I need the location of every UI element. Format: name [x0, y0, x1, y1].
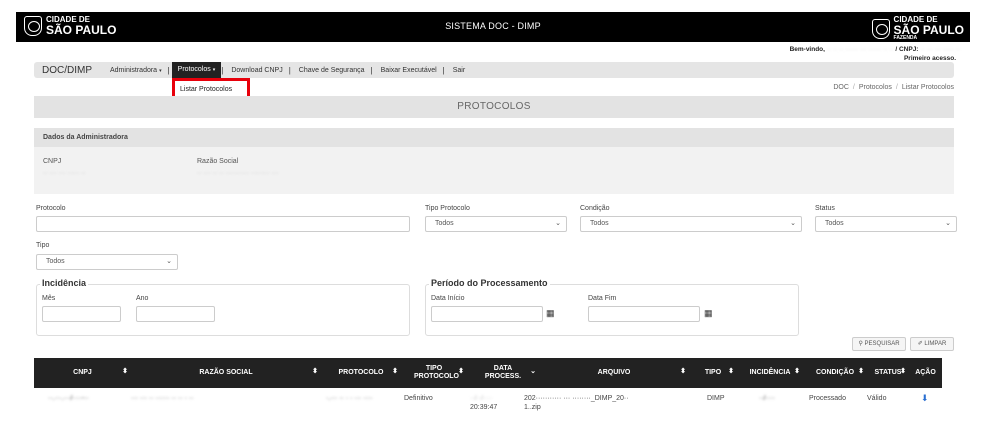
incidencia-legend: Incidência — [40, 278, 89, 288]
admin-panel-body: CNPJ ·· ··· ··· ····· ·· Razão Social ··… — [34, 147, 954, 194]
ano-label: Ano — [136, 295, 149, 302]
protocolo-label: Protocolo — [36, 205, 66, 212]
sort-icon: ⬍ — [312, 368, 318, 375]
user-name: ·· ·· ·· ······ ··· ······ ·· ·· — [826, 46, 894, 53]
search-button[interactable]: ⚲ PESQUISAR — [852, 337, 906, 351]
cell-razao-social: ··· ··· ·· ······ ·· ·· · ·· — [131, 395, 194, 402]
chevron-down-icon: ⌄ — [166, 258, 172, 265]
cell-arquivo: 202··········· ··· ········_DIMP_20·· 1..… — [524, 395, 629, 412]
chevron-down-icon: ⌄ — [790, 220, 796, 227]
status-label: Status — [815, 205, 835, 212]
admin-cnpj-value: ·· ··· ··· ····· ·· — [43, 170, 86, 177]
status-select[interactable]: Todos ⌄ — [815, 216, 957, 232]
nav-separator: | — [288, 65, 291, 75]
cell-status: Válido — [867, 395, 887, 402]
sort-icon: ⬍ — [794, 368, 800, 375]
cell-protocolo: ·.··· ·· · · ··· ···· — [326, 395, 373, 402]
data-fim-label: Data Fim — [588, 295, 617, 302]
cell-data-process: ··/··/···· 20:39:47 — [470, 395, 498, 412]
city-seal-icon — [871, 18, 890, 39]
breadcrumb-listar-protocolos: Listar Protocolos — [901, 84, 954, 91]
caret-down-icon: ▾ — [159, 67, 162, 74]
cell-tipo: DIMP — [707, 395, 725, 402]
admin-razao-value: ·· ··· ·· ·· ·········· ········ ··· — [197, 170, 279, 177]
breadcrumb-doc[interactable]: DOC — [833, 84, 849, 91]
sort-icon: ⬍ — [392, 368, 398, 375]
breadcrumb: DOC / Protocolos / Listar Protocolos — [833, 84, 954, 91]
nav-separator: | — [370, 65, 373, 75]
menu-item-listar-protocolos[interactable]: Listar Protocolos — [180, 86, 232, 93]
results-table-header: CNPJ ⬍ RAZÃO SOCIAL ⬍ PROTOCOLO ⬍ TIPO PROT… — [34, 358, 942, 388]
admin-cnpj-label: CNPJ — [43, 158, 62, 165]
tipo-label: Tipo — [36, 242, 50, 249]
col-status[interactable]: STATUS ⬍ — [867, 358, 909, 388]
col-tipo[interactable]: TIPO ⬍ — [689, 358, 737, 388]
col-acao: AÇÃO — [915, 368, 936, 376]
first-access-label: Primeiro acesso. — [903, 55, 956, 62]
col-arquivo[interactable]: ARQUIVO ⬍ — [539, 358, 689, 388]
col-condicao[interactable]: CONDIÇÃO ⬍ — [803, 358, 867, 388]
col-razao-social[interactable]: RAZÃO SOCIAL ⬍ — [131, 358, 321, 388]
nav-separator: | — [167, 65, 170, 75]
cell-incidencia: ··/···· — [759, 395, 775, 402]
nav-sair[interactable]: Sair — [447, 67, 471, 74]
col-tipo-protocolo[interactable]: TIPO PROTOCOLO ⬍ — [401, 358, 467, 388]
download-icon[interactable]: ⬇ — [921, 393, 929, 404]
sort-icon: ⬍ — [858, 368, 864, 375]
condicao-label: Condição — [580, 205, 610, 212]
nav-baixar-executavel[interactable]: Baixar Executável — [375, 67, 443, 74]
sort-icon: ⬍ — [680, 368, 686, 375]
admin-panel-heading: Dados da Administradora — [34, 128, 954, 147]
cell-cnpj: ··.···.···/····-·· — [48, 395, 89, 402]
periodo-legend: Período do Processamento — [429, 278, 550, 288]
sort-icon: ⬍ — [458, 368, 464, 375]
nav-separator: | — [221, 65, 224, 75]
clear-button[interactable]: ✐ LIMPAR — [910, 337, 954, 351]
condicao-select[interactable]: Todos ⌄ — [580, 216, 802, 232]
sort-icon: ⌄ — [530, 368, 536, 375]
welcome-label: Bem-vindo, — [789, 46, 825, 53]
sort-icon: ⬍ — [122, 368, 128, 375]
sort-icon: ⬍ — [728, 368, 734, 375]
calendar-icon[interactable]: ▦ — [704, 308, 713, 319]
fazenda-logo: CIDADE DE SÃO PAULO FAZENDA — [871, 16, 964, 41]
nav-chave-seguranca[interactable]: Chave de Segurança — [293, 67, 371, 74]
tipo-select[interactable]: Todos ⌄ — [36, 254, 178, 270]
col-cnpj[interactable]: CNPJ ⬍ — [34, 358, 131, 388]
welcome-line: Bem-vindo, ·· ·· ·· ······ ··· ······ ··… — [600, 46, 960, 53]
admin-razao-label: Razão Social — [197, 158, 239, 165]
data-fim-input[interactable] — [588, 306, 700, 322]
top-bar: CIDADE DE SÃO PAULO SISTEMA DOC - DIMP C… — [16, 12, 970, 42]
cell-condicao: Processado — [809, 395, 846, 402]
main-navbar: DOC/DIMP Administradora ▾ | Protocolos ▾ |… — [34, 62, 954, 78]
data-inicio-label: Data Início — [431, 295, 465, 302]
nav-download-cnpj[interactable]: Download CNPJ — [225, 67, 288, 74]
data-inicio-input[interactable] — [431, 306, 543, 322]
system-title: SISTEMA DOC - DIMP — [445, 21, 541, 31]
cnpj-label: / CNPJ: — [895, 46, 919, 53]
nav-separator: | — [442, 65, 445, 75]
mes-label: Mês — [42, 295, 56, 302]
col-data-process[interactable]: DATA PROCESS. ⌄ — [467, 358, 539, 388]
ano-input[interactable] — [136, 306, 215, 322]
nav-administradora[interactable]: Administradora ▾ — [104, 67, 168, 74]
page-title: PROTOCOLOS — [34, 96, 954, 118]
calendar-icon[interactable]: ▦ — [546, 308, 555, 319]
caret-down-icon: ▾ — [212, 67, 216, 73]
table-row: ··.···.···/····-·· ··· ··· ·· ······ ·· … — [34, 388, 942, 414]
tipo-protocolo-label: Tipo Protocolo — [425, 205, 470, 212]
sort-icon: ⬍ — [900, 368, 906, 375]
col-incidencia[interactable]: INCIDÊNCIA ⬍ — [737, 358, 803, 388]
mes-input[interactable] — [42, 306, 121, 322]
cell-tipo-protocolo: Definitivo — [404, 395, 433, 402]
protocolo-input[interactable] — [36, 216, 410, 232]
brand-link[interactable]: DOC/DIMP — [42, 65, 92, 76]
nav-protocolos[interactable]: Protocolos ▾ — [171, 62, 222, 78]
user-cnpj: ·· ··· ··· ····· ·· — [920, 46, 960, 53]
chevron-down-icon: ⌄ — [945, 220, 951, 227]
col-protocolo[interactable]: PROTOCOLO ⬍ — [321, 358, 401, 388]
tipo-protocolo-select[interactable]: Todos ⌄ — [425, 216, 567, 232]
chevron-down-icon: ⌄ — [555, 220, 561, 227]
breadcrumb-protocolos[interactable]: Protocolos — [859, 84, 892, 91]
